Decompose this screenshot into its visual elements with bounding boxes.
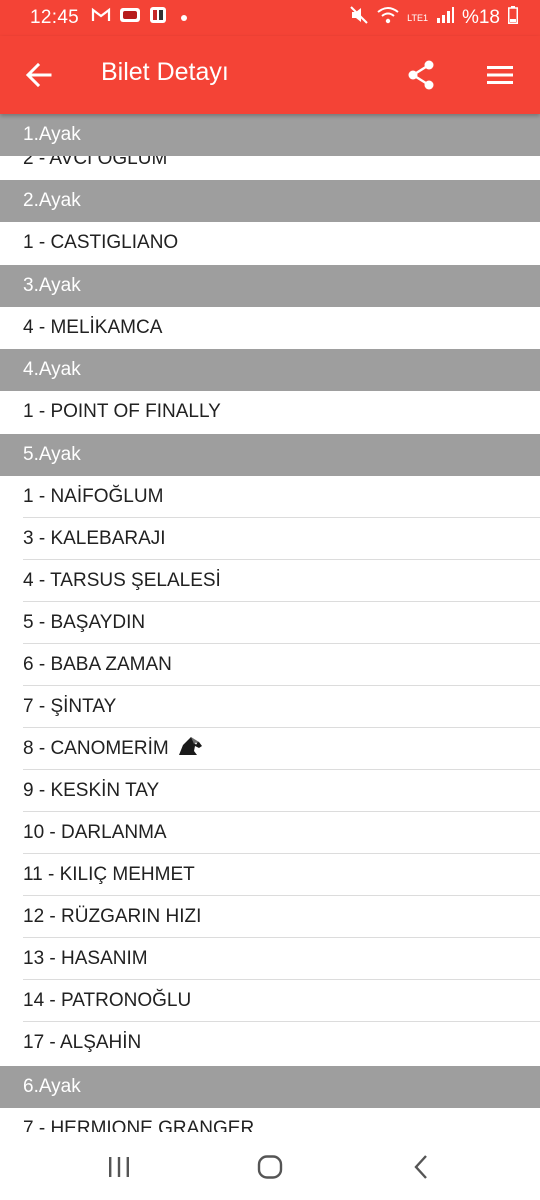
horse-label: 6 - BABA ZAMAN: [23, 654, 172, 675]
battery-icon: [508, 6, 518, 30]
system-back-button[interactable]: [406, 1152, 436, 1182]
gmail-icon: [91, 7, 111, 29]
horse-label: 4 - MELİKAMCA: [23, 317, 163, 338]
system-nav-bar: [0, 1132, 540, 1200]
horse-head-icon: [177, 736, 203, 762]
back-button[interactable]: [20, 56, 58, 94]
horse-row[interactable]: 4 - MELİKAMCA: [0, 307, 540, 349]
menu-button[interactable]: [481, 56, 519, 94]
recent-apps-button[interactable]: [104, 1152, 134, 1182]
recent-apps-icon: [109, 1157, 129, 1177]
horse-row[interactable]: 3 - KALEBARAJI: [0, 518, 540, 560]
horse-row[interactable]: 1 - POINT OF FINALLY: [0, 391, 540, 433]
mute-icon: [349, 5, 369, 31]
status-bar: 12:45 LTE1 %18: [0, 0, 540, 36]
horse-row[interactable]: 5 - BAŞAYDIN: [0, 602, 540, 644]
horse-label: 1 - NAİFOĞLUM: [23, 486, 164, 507]
horse-label: 4 - TARSUS ŞELALESİ: [23, 570, 221, 591]
page-title: Bilet Detayı: [101, 58, 229, 86]
horse-row[interactable]: 4 - TARSUS ŞELALESİ: [0, 560, 540, 602]
horse-label: 10 - DARLANMA: [23, 822, 167, 843]
arrow-back-icon: [25, 62, 52, 88]
horse-label: 12 - RÜZGARIN HIZI: [23, 906, 202, 927]
hamburger-menu-icon: [487, 66, 513, 84]
leg-header: 2.Ayak: [0, 180, 540, 222]
home-button[interactable]: [255, 1152, 285, 1182]
leg-header-sticky: 1.Ayak: [0, 114, 540, 156]
wifi-icon: [377, 6, 399, 30]
app-notification-icon-2: [149, 6, 167, 30]
horse-row[interactable]: 17 - ALŞAHİN: [0, 1022, 540, 1064]
horse-label: 7 - HERMIONE GRANGER: [23, 1118, 255, 1132]
horse-row[interactable]: 12 - RÜZGARIN HIZI: [0, 896, 540, 938]
leg-header: 6.Ayak: [0, 1066, 540, 1108]
horse-row[interactable]: 1 - NAİFOĞLUM: [0, 476, 540, 518]
leg-header: 3.Ayak: [0, 265, 540, 307]
battery-percent: %18: [461, 7, 500, 28]
horse-label: 3 - KALEBARAJI: [23, 528, 166, 549]
horse-row[interactable]: 8 - CANOMERİM: [0, 728, 540, 770]
horse-label: 14 - PATRONOĞLU: [23, 990, 192, 1011]
share-icon: [408, 60, 434, 90]
horse-label: 7 - ŞİNTAY: [23, 696, 117, 717]
home-icon: [257, 1155, 283, 1179]
horse-label: 11 - KILIÇ MEHMET: [23, 864, 195, 885]
app-notification-icon: [119, 6, 141, 30]
horse-label: 17 - ALŞAHİN: [23, 1032, 142, 1053]
horse-row[interactable]: 11 - KILIÇ MEHMET: [0, 854, 540, 896]
lte-icon: LTE1: [407, 12, 428, 23]
horse-row[interactable]: 9 - KESKİN TAY: [0, 770, 540, 812]
status-time: 12:45: [30, 7, 80, 28]
horse-row[interactable]: 13 - HASANIM: [0, 938, 540, 980]
leg-header: 5.Ayak: [0, 434, 540, 476]
horse-row[interactable]: 14 - PATRONOĞLU: [0, 980, 540, 1022]
horse-row[interactable]: 10 - DARLANMA: [0, 812, 540, 854]
leg-header: 4.Ayak: [0, 349, 540, 391]
horse-row[interactable]: 6 - BABA ZAMAN: [0, 644, 540, 686]
horse-row[interactable]: 1 - CASTIGLIANO: [0, 222, 540, 264]
chevron-left-icon: [414, 1155, 427, 1179]
horse-label: 1 - POINT OF FINALLY: [23, 401, 221, 422]
horse-label: 5 - BAŞAYDIN: [23, 612, 146, 633]
share-button[interactable]: [402, 56, 440, 94]
ticket-leg-list[interactable]: 1.Ayak 2 - AVCI OĞLUM 1.Ayak 2.Ayak 1 - …: [0, 114, 540, 1132]
more-notifications-dot: [181, 15, 188, 21]
horse-row[interactable]: 7 - ŞİNTAY: [0, 686, 540, 728]
horse-label: 9 - KESKİN TAY: [23, 780, 160, 801]
app-bar: Bilet Detayı: [0, 36, 540, 114]
horse-label: 8 - CANOMERİM: [23, 738, 169, 759]
signal-icon: [436, 7, 454, 29]
horse-row[interactable]: 7 - HERMIONE GRANGER: [0, 1108, 540, 1132]
horse-label: 13 - HASANIM: [23, 948, 148, 969]
horse-label: 1 - CASTIGLIANO: [23, 232, 179, 253]
